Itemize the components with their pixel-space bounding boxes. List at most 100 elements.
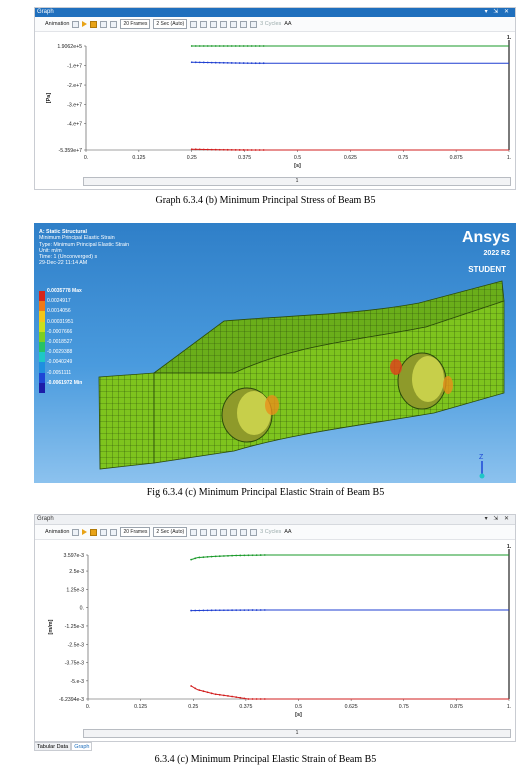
series-point — [202, 609, 205, 612]
tab-graph[interactable]: Graph — [71, 742, 93, 751]
time-scrollbar[interactable]: 1 — [83, 729, 511, 738]
panel-title: Graph — [37, 9, 54, 15]
series-point — [206, 61, 209, 64]
series-point — [230, 45, 233, 47]
bottom-tabs: Tabular Data Graph — [34, 742, 93, 751]
window-controls-icon[interactable]: ▾ ⇲ ✕ — [485, 8, 511, 17]
rewind-icon[interactable] — [72, 528, 80, 536]
series-point — [262, 45, 265, 47]
fit-icon[interactable] — [210, 20, 218, 28]
cycles-icon[interactable] — [250, 20, 258, 28]
result-frames-icon[interactable] — [110, 20, 118, 28]
series-point — [214, 148, 217, 151]
series-point — [235, 609, 238, 612]
series-point — [258, 62, 261, 65]
cycles-icon[interactable] — [250, 528, 258, 536]
export-video-icon[interactable] — [190, 528, 198, 536]
series-point — [214, 61, 217, 64]
x-tick-label: 0. — [84, 155, 88, 161]
series-point — [239, 696, 242, 699]
z-axis-label: Z — [479, 454, 484, 461]
zoom-icon[interactable] — [200, 528, 208, 536]
series-point — [230, 62, 233, 64]
rewind-icon[interactable] — [72, 20, 80, 28]
grid-icon[interactable] — [240, 528, 248, 536]
y-tick-label: -2.5e-3 — [68, 642, 85, 648]
graph-panel-stress: Graph ▾ ⇲ ✕ Animation 20 Frames 2 Sec (A… — [34, 7, 516, 190]
antialias-button[interactable]: AA — [284, 21, 291, 27]
x-axis-label: [s] — [295, 712, 302, 718]
series-point — [190, 609, 193, 612]
series-point — [238, 45, 241, 47]
x-tick-label: 0.5 — [295, 704, 302, 710]
frames-select[interactable]: 20 Frames — [120, 527, 151, 537]
series-point — [259, 554, 262, 556]
animation-label: Animation — [45, 21, 70, 27]
series-point — [247, 554, 250, 557]
series-point — [227, 695, 229, 697]
animation-toolbar: Animation 20 Frames 2 Sec (Auto) 3 Cycle… — [35, 17, 515, 32]
series-point — [190, 45, 193, 47]
series-point — [214, 45, 217, 47]
window-controls-icon[interactable]: ▾ ⇲ ✕ — [485, 515, 511, 524]
series-point — [246, 149, 249, 151]
panel-title: Graph — [37, 516, 54, 522]
chart-options-icon[interactable] — [230, 20, 238, 28]
series-point — [246, 62, 249, 65]
series-point — [251, 698, 254, 700]
y-tick-label: -3.e+7 — [67, 102, 82, 108]
series-point — [258, 149, 261, 151]
duration-select[interactable]: 2 Sec (Auto) — [153, 527, 188, 537]
stop-icon[interactable] — [90, 20, 98, 28]
distributed-frames-icon[interactable] — [100, 20, 108, 28]
scrollbar-label: 1 — [295, 730, 299, 736]
y-tick-label: 0. — [80, 606, 84, 612]
series-point — [222, 555, 225, 557]
grid-icon[interactable] — [240, 20, 248, 28]
graph-panel-strain: Graph ▾ ⇲ ✕ Animation 20 Frames 2 Sec (A… — [34, 514, 516, 742]
chart-options-icon[interactable] — [230, 528, 238, 536]
pan-icon[interactable] — [220, 528, 228, 536]
series-point — [206, 45, 209, 47]
series-point — [227, 609, 229, 612]
series-point — [246, 45, 249, 47]
series-point — [214, 609, 217, 612]
time-scrollbar[interactable]: 1 — [83, 177, 511, 186]
series-point — [263, 698, 266, 700]
result-frames-icon[interactable] — [110, 528, 118, 536]
frames-select[interactable]: 20 Frames — [120, 19, 151, 29]
strain-chart: 3.597e-3 2.5e-3 1.25e-3 0. -1.25e-3 -2.5e-3 -3… — [48, 544, 512, 718]
beam-model: Z — [98, 280, 505, 479]
series-point — [239, 609, 242, 612]
tab-tabular-data[interactable]: Tabular Data — [34, 742, 72, 751]
export-video-icon[interactable] — [190, 20, 198, 28]
antialias-button[interactable]: AA — [284, 529, 291, 535]
x-axis-label: [s] — [294, 163, 301, 169]
series-point — [202, 690, 205, 693]
series-point — [254, 62, 257, 65]
fit-icon[interactable] — [210, 528, 218, 536]
series-point — [218, 45, 221, 47]
series-point — [194, 61, 197, 64]
zoom-icon[interactable] — [200, 20, 208, 28]
duration-select[interactable]: 2 Sec (Auto) — [153, 19, 188, 29]
y-tick-label: -1.e+7 — [67, 64, 82, 70]
series-point — [206, 609, 209, 612]
series-point — [230, 148, 233, 151]
distributed-frames-icon[interactable] — [100, 528, 108, 536]
series-point — [194, 148, 197, 151]
y-tick-label: -2.e+7 — [67, 83, 82, 89]
play-icon[interactable] — [82, 21, 88, 27]
series-point — [262, 149, 265, 151]
play-icon[interactable] — [82, 529, 88, 535]
y-tick-label: 2.5e-3 — [69, 569, 84, 575]
series-point — [210, 555, 213, 558]
y-tick-label: 1.25e-3 — [66, 587, 84, 593]
series-point — [194, 557, 197, 560]
scrollbar-label: 1 — [295, 178, 299, 184]
series-point — [226, 61, 229, 64]
stop-icon[interactable] — [90, 528, 98, 536]
pan-icon[interactable] — [220, 20, 228, 28]
series-line — [191, 609, 509, 612]
series-point — [218, 555, 221, 558]
